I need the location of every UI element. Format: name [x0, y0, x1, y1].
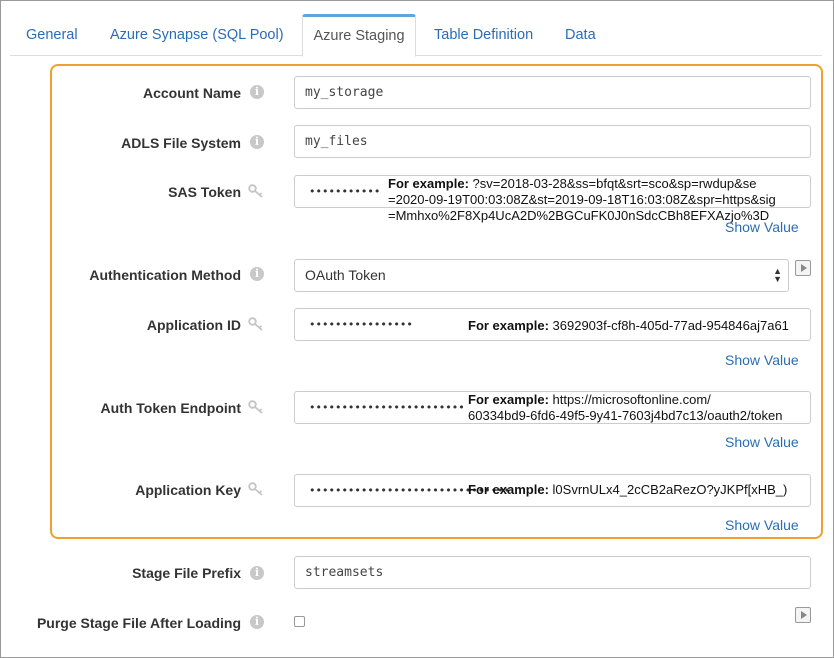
purge-stage-file-label: Purge Stage File After Loading [36, 615, 241, 631]
purge-stage-file-checkbox[interactable] [294, 616, 305, 627]
application-key-label: Application Key [135, 482, 241, 498]
hint-line: =2020-09-19T00:03:08Z&st=2019-09-18T16:0… [388, 192, 776, 207]
info-icon[interactable]: i [250, 566, 264, 580]
key-icon [248, 317, 263, 331]
adls-file-system-label: ADLS File System [121, 135, 241, 151]
hint-prefix: For example: [468, 318, 549, 333]
application-id-show-value-link[interactable]: Show Value [725, 352, 799, 368]
key-icon [248, 184, 263, 198]
hint-prefix: For example: [468, 482, 549, 497]
auth-token-endpoint-label: Auth Token Endpoint [100, 400, 242, 416]
tab-table-definition[interactable]: Table Definition [424, 14, 543, 56]
application-id-label: Application ID [146, 317, 241, 333]
sas-token-label: SAS Token [168, 184, 241, 200]
authentication-method-label: Authentication Method [89, 267, 241, 283]
hint-line: https://microsoftonline.com/ [548, 392, 711, 407]
play-icon[interactable] [795, 260, 811, 276]
auth-token-endpoint-hint: For example: https://microsoftonline.com… [468, 392, 782, 424]
adls-file-system-input[interactable]: my_files [294, 125, 811, 158]
tab-azure-staging[interactable]: Azure Staging [302, 14, 416, 57]
hint-prefix: For example: [468, 392, 549, 407]
key-icon [248, 400, 263, 414]
account-name-label: Account Name [142, 85, 241, 101]
application-id-hint: For example: 3692903f-cf8h-405d-77ad-954… [468, 318, 789, 334]
masked-value: •••••••••••••••• [309, 318, 413, 331]
hint-line: =Mmhxo%2F8Xp4UcA2D%2BGCuFK0J0nSdcCBh8EFX… [388, 208, 770, 223]
info-icon[interactable]: i [250, 267, 264, 281]
select-arrows-icon: ▲ ▼ [773, 266, 782, 284]
hint-prefix: For example: [388, 176, 469, 191]
selected-value: OAuth Token [305, 267, 386, 283]
hint-line: ?sv=2018-03-28&ss=bfqt&srt=sco&sp=rwdup&… [468, 176, 757, 191]
stage-file-prefix-label: Stage File Prefix [132, 565, 241, 581]
play-icon[interactable] [795, 607, 811, 623]
tab-general[interactable]: General [16, 14, 88, 56]
hint-line: 3692903f-cf8h-405d-77ad-954846aj7a61 [548, 318, 789, 333]
masked-value: ••••••••••• [309, 185, 381, 198]
authentication-method-select[interactable]: OAuth Token ▲ ▼ [294, 259, 789, 292]
masked-value: •••••••••••••••••••••••• [309, 401, 465, 414]
application-key-show-value-link[interactable]: Show Value [725, 517, 799, 533]
tab-azure-synapse[interactable]: Azure Synapse (SQL Pool) [100, 14, 294, 56]
application-key-hint: For example: l0SvrnULx4_2cCB2aRezO?yJKPf… [468, 482, 787, 498]
tab-bar: General Azure Synapse (SQL Pool) Azure S… [10, 14, 822, 57]
key-icon [248, 482, 263, 496]
sas-token-hint: For example: ?sv=2018-03-28&ss=bfqt&srt=… [388, 176, 776, 224]
tab-data[interactable]: Data [555, 14, 606, 56]
hint-line: 60334bd9-6fd6-49f5-9y41-7603j4bd7c13/oau… [468, 408, 783, 423]
sas-token-show-value-link[interactable]: Show Value [725, 219, 799, 235]
auth-token-endpoint-show-value-link[interactable]: Show Value [725, 434, 799, 450]
info-icon[interactable]: i [250, 615, 264, 629]
stage-file-prefix-input[interactable]: streamsets [294, 556, 811, 589]
info-icon[interactable]: i [250, 85, 264, 99]
account-name-input[interactable]: my_storage [294, 76, 811, 109]
hint-line: l0SvrnULx4_2cCB2aRezO?yJKPf[xHB_) [548, 482, 788, 497]
info-icon[interactable]: i [250, 135, 264, 149]
